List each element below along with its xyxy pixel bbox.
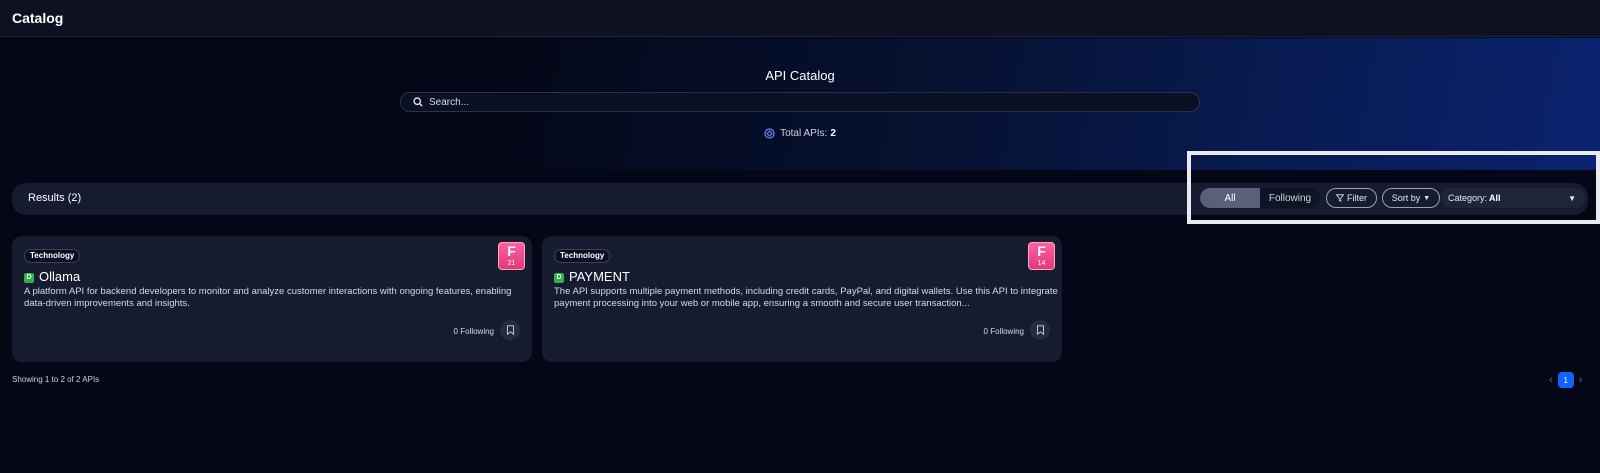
status-badge: D bbox=[24, 273, 34, 283]
apis-icon bbox=[764, 128, 775, 139]
bookmark-icon bbox=[1036, 325, 1044, 335]
total-apis-count: 2 bbox=[830, 128, 836, 139]
top-bar: Catalog bbox=[0, 0, 1600, 37]
follow-toggle: All Following bbox=[1200, 188, 1320, 208]
api-card[interactable]: Technology F 14 D PAYMENT The API suppor… bbox=[542, 236, 1062, 362]
status-badge: D bbox=[554, 273, 564, 283]
grade-score: 14 bbox=[1037, 260, 1046, 267]
api-name[interactable]: PAYMENT bbox=[569, 269, 630, 284]
grade-badge: F 21 bbox=[498, 242, 525, 270]
search-icon bbox=[413, 97, 423, 107]
grade-letter: F bbox=[507, 243, 516, 259]
chevron-left-icon[interactable]: ‹ bbox=[1549, 374, 1553, 386]
api-description: A platform API for backend developers to… bbox=[24, 286, 512, 309]
following-count: 0 Following bbox=[983, 327, 1024, 336]
category-select[interactable]: Category: All ▼ bbox=[1441, 188, 1585, 208]
chevron-right-icon[interactable]: › bbox=[1579, 374, 1583, 386]
following-count: 0 Following bbox=[453, 327, 494, 336]
total-apis: Total APIs: 2 bbox=[0, 128, 1600, 139]
category-label: Category: bbox=[1448, 193, 1488, 203]
filter-icon bbox=[1336, 194, 1344, 202]
api-description: The API supports multiple payment method… bbox=[554, 286, 1058, 309]
grade-badge: F 14 bbox=[1028, 242, 1055, 270]
caret-down-icon: ▼ bbox=[1423, 194, 1431, 202]
total-apis-label: Total APIs: bbox=[780, 128, 828, 139]
toggle-following[interactable]: Following bbox=[1260, 188, 1320, 208]
pagination: ‹ 1 › bbox=[1549, 372, 1582, 388]
api-card[interactable]: Technology F 21 D Ollama A platform API … bbox=[12, 236, 532, 362]
category-value: All bbox=[1489, 193, 1501, 203]
bookmark-button[interactable] bbox=[500, 320, 520, 340]
filter-button[interactable]: Filter bbox=[1326, 188, 1377, 208]
sort-button[interactable]: Sort by ▼ bbox=[1382, 188, 1440, 208]
toggle-all[interactable]: All bbox=[1200, 188, 1260, 208]
page-title: Catalog bbox=[12, 10, 64, 26]
search-bar[interactable] bbox=[400, 92, 1200, 112]
bookmark-icon bbox=[506, 325, 514, 335]
filter-label: Filter bbox=[1347, 193, 1367, 203]
caret-down-icon: ▼ bbox=[1568, 194, 1576, 203]
bookmark-button[interactable] bbox=[1030, 320, 1050, 340]
grade-letter: F bbox=[1037, 243, 1046, 259]
category-tag: Technology bbox=[24, 249, 81, 263]
category-tag: Technology bbox=[554, 249, 611, 263]
pagination-summary: Showing 1 to 2 of 2 APIs bbox=[12, 375, 100, 384]
api-name[interactable]: Ollama bbox=[39, 269, 80, 284]
grade-score: 21 bbox=[507, 260, 516, 267]
page-button-active[interactable]: 1 bbox=[1557, 372, 1574, 388]
catalog-heading: API Catalog bbox=[765, 68, 835, 83]
results-count: Results (2) bbox=[28, 192, 82, 204]
search-input[interactable] bbox=[429, 96, 1129, 108]
sort-label: Sort by bbox=[1391, 193, 1421, 203]
